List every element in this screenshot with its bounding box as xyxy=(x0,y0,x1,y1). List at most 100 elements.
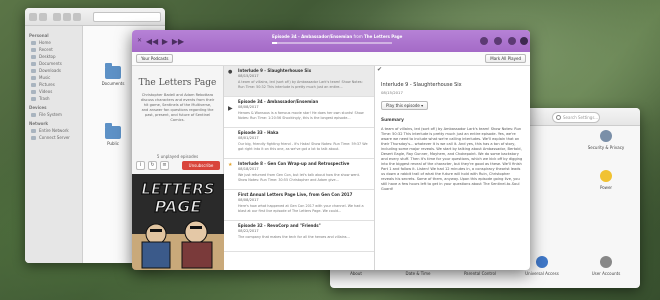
folder-public[interactable]: Public xyxy=(93,123,133,146)
folder-icon xyxy=(31,89,36,94)
svg-text:PAGE: PAGE xyxy=(155,197,202,216)
sidebar-item[interactable]: Home xyxy=(25,39,82,46)
podcast-info-pane: The Letters Page Christopher Badell and … xyxy=(132,66,224,270)
settings-item[interactable]: Security & Privacy xyxy=(580,130,632,150)
sidebar-item[interactable]: Trash xyxy=(25,95,82,102)
sidebar-item[interactable]: Recent xyxy=(25,46,82,53)
location-bar[interactable] xyxy=(93,12,161,22)
sidebar-item[interactable]: Videos xyxy=(25,88,82,95)
episode-row[interactable]: Episode 32 - RevoCorp and "Friends" 08/22… xyxy=(224,221,374,252)
folder-icon xyxy=(31,68,36,73)
checkmark-icon[interactable]: ✔ xyxy=(377,66,382,73)
files-titlebar xyxy=(25,8,165,26)
play-icon[interactable]: ▶ xyxy=(160,36,170,46)
sidebar-item-label: Home xyxy=(39,40,51,45)
back-icon[interactable] xyxy=(29,13,37,21)
episode-row-summary: A team of villains, led (sort of!) by Am… xyxy=(238,80,363,89)
episode-row-title: Episode 33 - Haka xyxy=(238,130,279,135)
sidebar-item-label: Connect Server xyxy=(39,135,70,140)
now-playing-title: Episode 34 - Ambassador/Ensemian from Th… xyxy=(272,34,402,39)
sidebar-item[interactable]: Downloads xyxy=(25,67,82,74)
episode-row-summary: Here's how what happened at Gen Con 2017… xyxy=(238,204,364,213)
episode-row[interactable]: Episode 33 - Haka 08/01/2017 Our big, frie… xyxy=(224,128,374,159)
settings-item-icon xyxy=(600,170,612,182)
star-icon: ★ xyxy=(228,162,233,168)
unsubscribe-button[interactable]: Unsubscribe xyxy=(182,161,220,170)
sidebar-item[interactable]: Pictures xyxy=(25,81,82,88)
podcast-toolbar: Your Podcasts Mark All Played xyxy=(132,52,530,66)
info-icon[interactable]: i xyxy=(136,161,145,170)
sidebar-item-label: File System xyxy=(39,112,62,117)
playback-progress-fill xyxy=(272,42,277,44)
folder-icon xyxy=(31,128,36,133)
now-playing-icon: ▶ xyxy=(228,105,233,112)
episode-row-title: Episode 34 - Ambassador/Ensemian xyxy=(238,99,319,104)
sidebar-item-label: Recent xyxy=(39,47,53,52)
window-close-icon[interactable] xyxy=(520,37,528,45)
episode-row[interactable]: ▶ Episode 34 - Ambassador/Ensemian 08/08/2… xyxy=(224,97,374,128)
episode-row-title: Episode 32 - RevoCorp and "Friends" xyxy=(238,223,321,228)
rewind-icon[interactable]: ◀◀ xyxy=(146,36,158,46)
sidebar-group-heading: Devices xyxy=(29,105,47,110)
sidebar-item[interactable]: Entire Network xyxy=(25,127,82,134)
settings-item-label: User Accounts xyxy=(591,271,621,276)
sidebar-item[interactable]: Music xyxy=(25,74,82,81)
episode-row[interactable]: ● Interlude 9 - Slaughterhouse Six 08/15/2… xyxy=(224,66,374,97)
sidebar-item-label: Trash xyxy=(39,96,50,101)
playback-progress[interactable] xyxy=(272,42,392,44)
cloud-icon[interactable] xyxy=(480,37,488,45)
folder-icon xyxy=(105,63,121,79)
settings-gear-icon[interactable] xyxy=(508,37,516,45)
settings-item[interactable]: User Accounts xyxy=(580,256,632,276)
podcast-artwork: LETTERS PAGE xyxy=(132,174,224,270)
episode-row-title: First Annual Letters Page Live, from Gen… xyxy=(238,192,353,197)
mark-all-played-button[interactable]: Mark All Played xyxy=(485,54,526,63)
episode-row[interactable]: First Annual Letters Page Live, from Gen… xyxy=(224,190,374,221)
fast-forward-icon[interactable]: ▶▶ xyxy=(172,36,184,46)
list-view-icon[interactable] xyxy=(63,13,71,21)
folder-icon xyxy=(31,82,36,87)
search-icon xyxy=(556,115,561,120)
sidebar-group-heading: Personal xyxy=(29,33,49,38)
column-view-icon[interactable] xyxy=(73,13,81,21)
folder-label: Documents xyxy=(101,81,125,86)
folder-icon xyxy=(105,123,121,139)
player-headerbar: ✕ ◀◀ ▶ ▶▶ Episode 34 - Ambassador/Ensemi… xyxy=(132,30,530,52)
sidebar-item[interactable]: File System xyxy=(25,111,82,118)
settings-item-icon xyxy=(600,130,612,142)
download-icon[interactable] xyxy=(494,37,502,45)
forward-icon[interactable] xyxy=(39,13,47,21)
files-sidebar: Personal Home Recent Desktop Documents Downlo… xyxy=(25,26,83,263)
episode-summary: A team of villains, led (sort of!) by Am… xyxy=(381,127,523,191)
settings-item-label: Power xyxy=(599,185,613,190)
settings-item[interactable]: Power xyxy=(580,170,632,190)
settings-item-icon xyxy=(536,256,548,268)
episode-row-summary: Our big, friendly fighting friend - it's… xyxy=(238,142,368,151)
episode-row-summary: We just returned from Gen Con, but let's… xyxy=(238,173,360,182)
sidebar-item[interactable]: Connect Server xyxy=(25,134,82,141)
episode-detail-pane: ✔ Interlude 9 - Slaughterhouse Six 08/15… xyxy=(374,66,530,270)
episode-row-summary: The company that makes the tech for all … xyxy=(238,235,350,239)
episode-row[interactable]: ★ Interlude 8 - Gen Con Wrap-up and Retro… xyxy=(224,159,374,190)
menu-icon[interactable]: ≡ xyxy=(160,161,169,170)
sidebar-item-label: Videos xyxy=(39,89,53,94)
search-placeholder: Search Settings... xyxy=(563,115,599,120)
play-episode-button[interactable]: Play this episode ▾ xyxy=(381,101,429,110)
close-icon[interactable]: ✕ xyxy=(137,38,143,44)
folder-icon xyxy=(31,40,36,45)
episode-title: Interlude 9 - Slaughterhouse Six xyxy=(381,82,462,88)
settings-item-label: Parental Control xyxy=(463,271,497,276)
summary-heading: Summary xyxy=(381,118,404,123)
sidebar-item-label: Music xyxy=(39,75,51,80)
refresh-icon[interactable]: ↻ xyxy=(148,161,157,170)
folder-documents[interactable]: Documents xyxy=(93,63,133,86)
episode-row-date: 08/18/2017 xyxy=(238,167,259,171)
settings-search-input[interactable]: Search Settings... xyxy=(552,112,600,123)
episode-row-title: Interlude 8 - Gen Con Wrap-up and Retros… xyxy=(238,161,350,166)
your-podcasts-button[interactable]: Your Podcasts xyxy=(136,54,174,63)
episode-list: ● Interlude 9 - Slaughterhouse Six 08/15/2… xyxy=(224,66,374,270)
artwork-illustration: LETTERS PAGE xyxy=(132,174,224,270)
grid-view-icon[interactable] xyxy=(53,13,61,21)
sidebar-item[interactable]: Documents xyxy=(25,60,82,67)
sidebar-item[interactable]: Desktop xyxy=(25,53,82,60)
